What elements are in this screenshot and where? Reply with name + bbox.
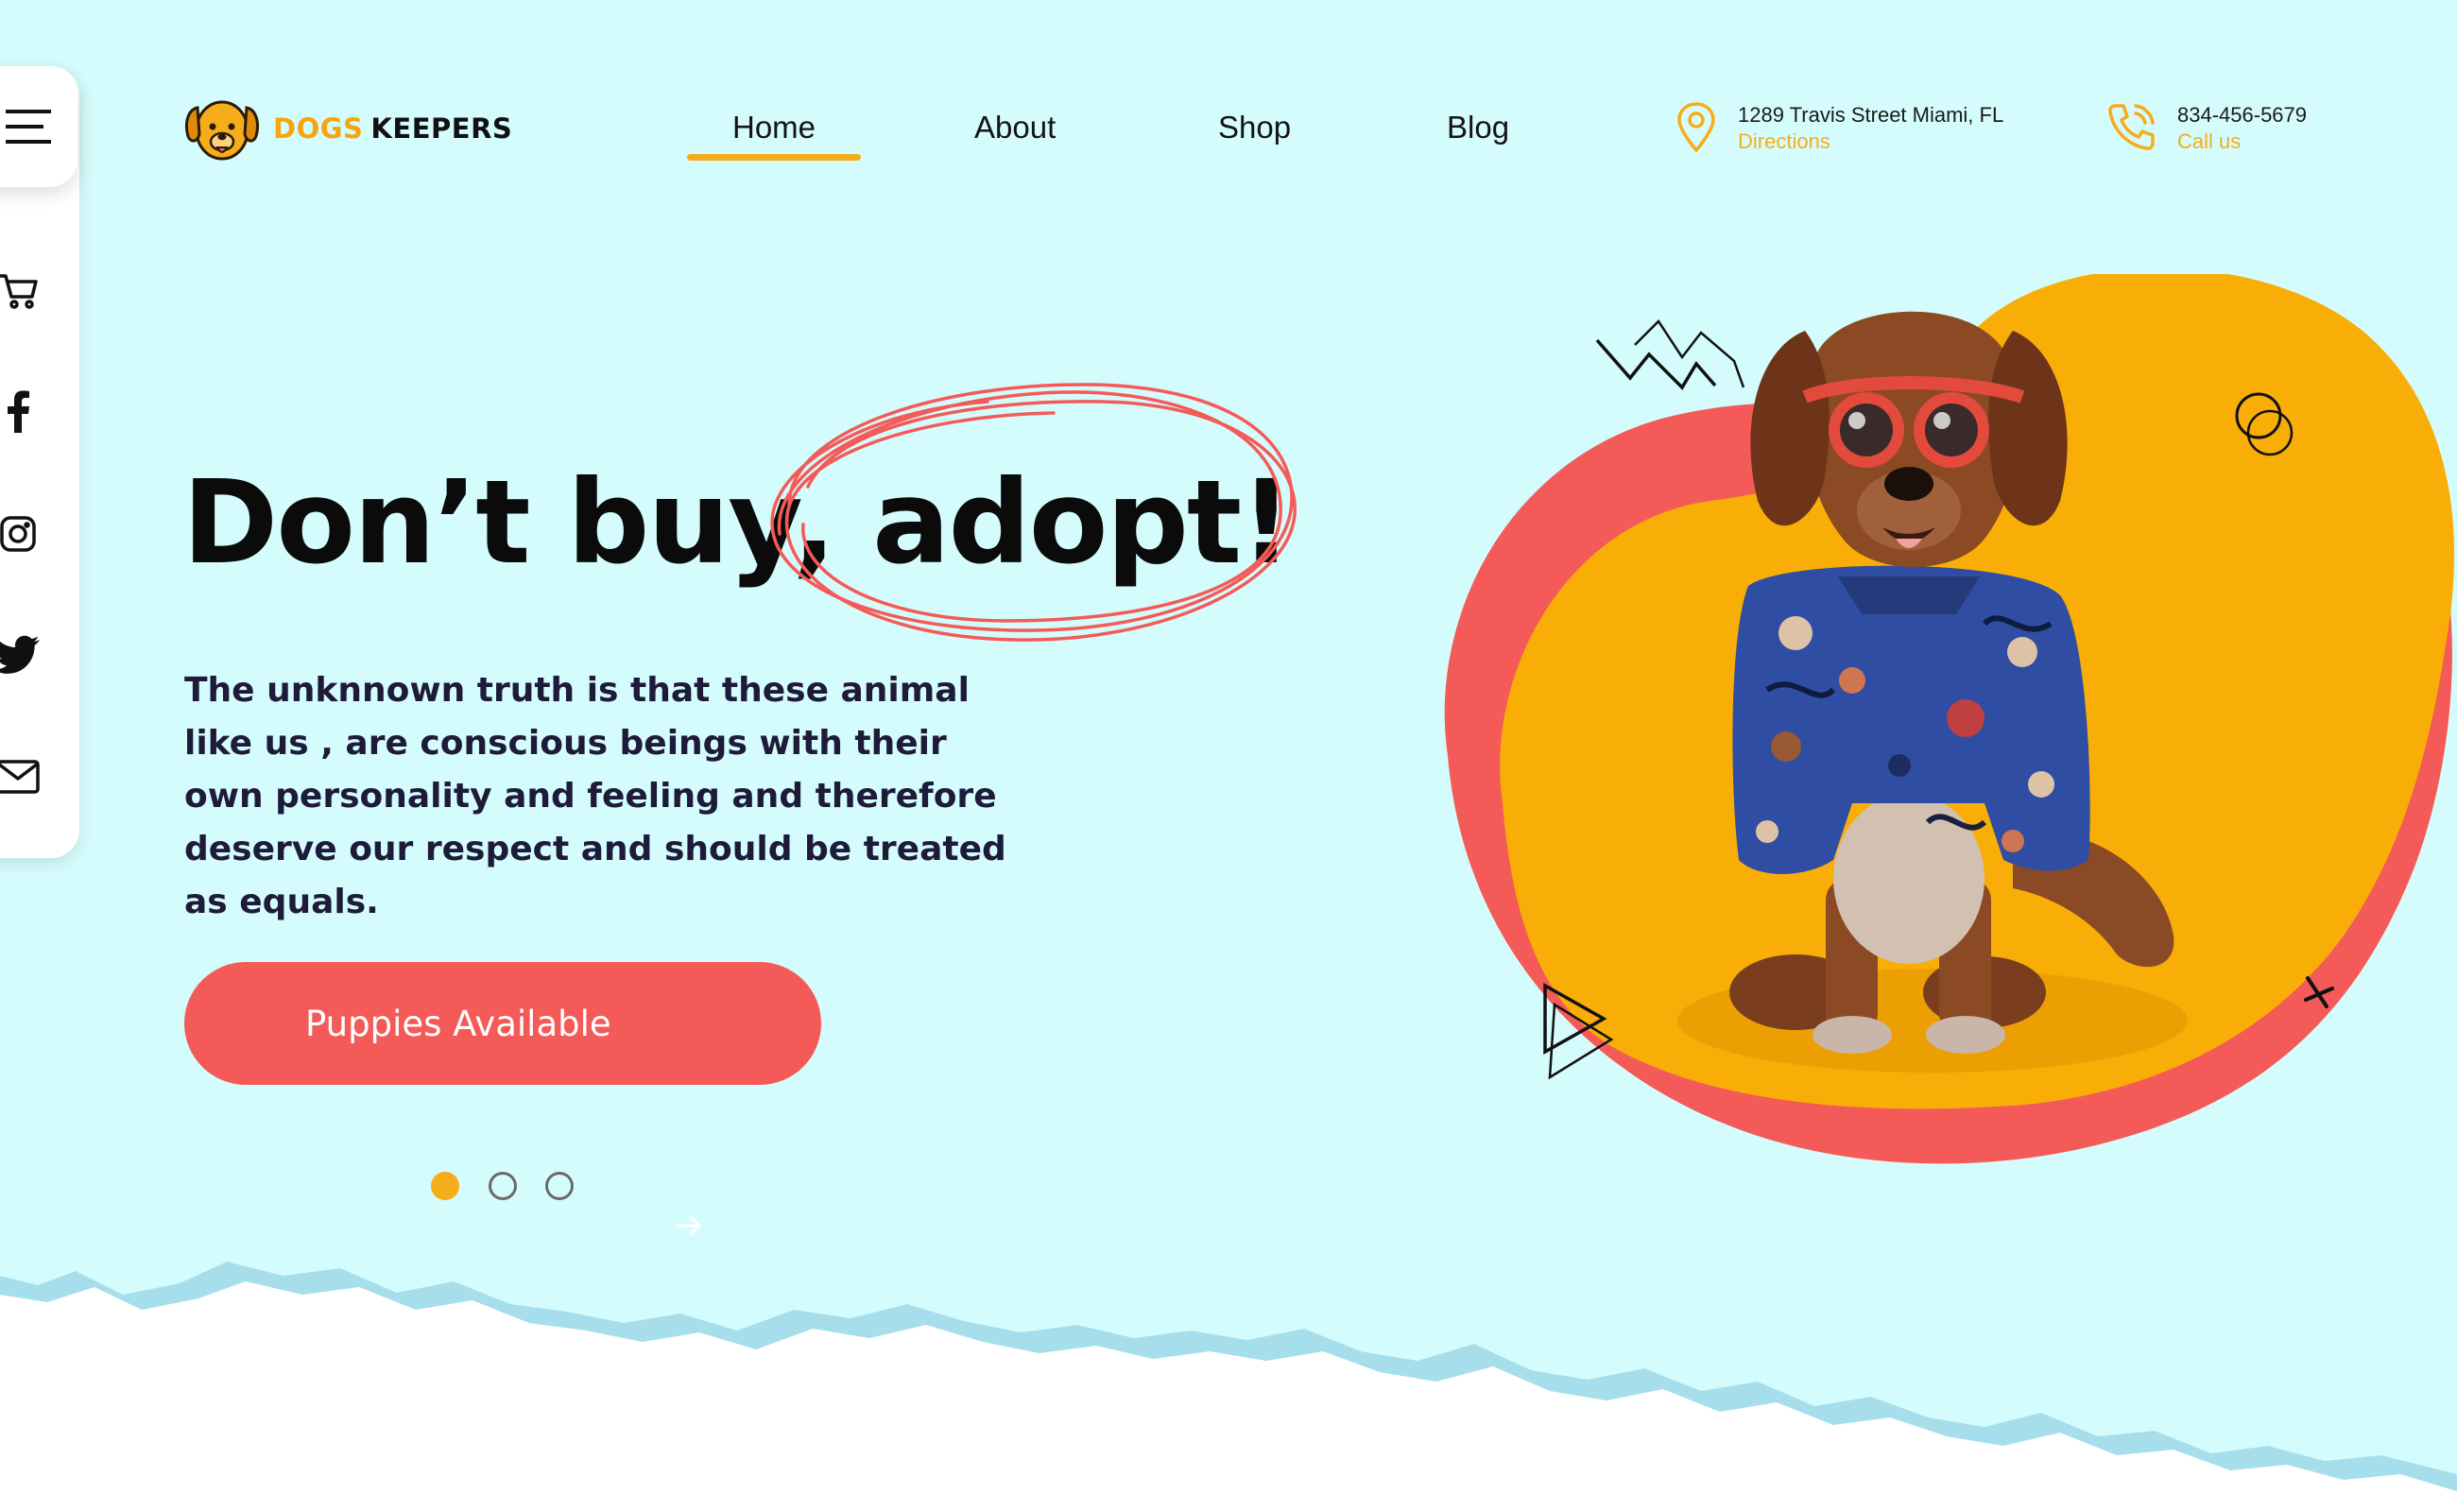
nav-blog[interactable]: Blog: [1447, 110, 1509, 146]
instagram-icon: [0, 516, 36, 552]
phone-number: 834-456-5679: [2177, 103, 2308, 127]
hero-description: The unknnown truth is that these animal …: [184, 671, 1006, 921]
phone-block: 834-456-5679 Call us: [2107, 102, 2307, 155]
carousel-dot-3[interactable]: [545, 1172, 574, 1200]
location-pin-icon: [1677, 102, 1715, 153]
twitter-link[interactable]: [0, 631, 42, 679]
call-us-link[interactable]: Call us: [2177, 129, 2307, 155]
cart-link[interactable]: [0, 266, 42, 314]
address-block: 1289 Travis Street Miami, FL Directions: [1675, 102, 2003, 155]
nav-shop[interactable]: Shop: [1218, 110, 1291, 146]
puppies-available-button[interactable]: Puppies Available: [184, 962, 821, 1085]
zigzag-decoration: [1595, 338, 1717, 390]
brand-name-accent: DOGS: [273, 112, 364, 145]
nav-active-indicator: [687, 154, 861, 161]
hero-illustration: [1444, 274, 2455, 1164]
brand-name: DOGS KEEPERS: [273, 112, 512, 145]
cart-icon: [0, 274, 38, 309]
menu-icon: [6, 110, 51, 144]
brand-logo[interactable]: DOGS KEEPERS: [182, 91, 512, 166]
address-text: 1289 Travis Street Miami, FL: [1738, 103, 2004, 127]
menu-button[interactable]: [0, 66, 77, 187]
mail-link[interactable]: [0, 753, 42, 800]
mail-icon: [0, 760, 40, 794]
facebook-icon: [8, 390, 29, 433]
torn-paper-divider: [0, 1262, 2457, 1512]
carousel-dot-1[interactable]: [431, 1172, 459, 1200]
nav-about[interactable]: About: [974, 110, 1056, 146]
twitter-icon: [0, 635, 40, 674]
directions-link[interactable]: Directions: [1738, 129, 2003, 155]
instagram-link[interactable]: [0, 510, 42, 558]
carousel-dot-2[interactable]: [489, 1172, 517, 1200]
landing-page: DOGS KEEPERS Home About Shop Blog 1289 Tr…: [0, 0, 2457, 1512]
phone-icon: [2108, 104, 2155, 150]
facebook-link[interactable]: [0, 387, 42, 435]
hero-headline: Don’t buy, adopt!: [182, 455, 1293, 590]
nav-home[interactable]: Home: [732, 110, 816, 146]
brand-name-rest: KEEPERS: [370, 112, 513, 145]
dog-face-icon: [184, 100, 260, 161]
